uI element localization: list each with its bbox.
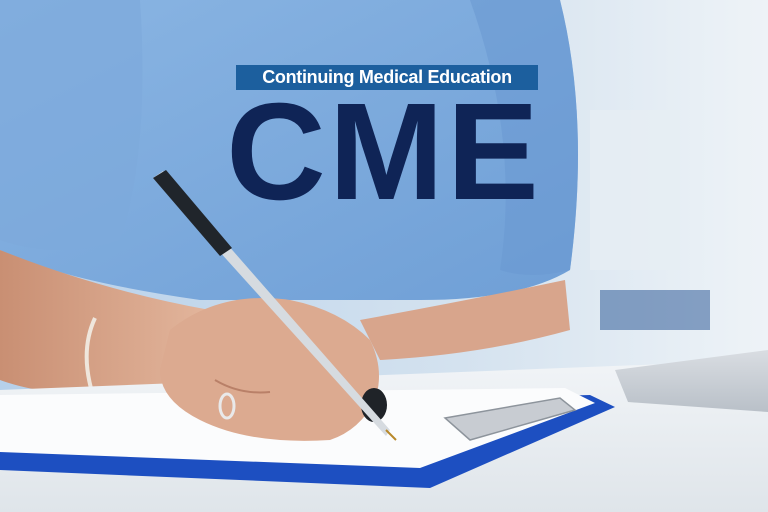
photo-scene: Continuing Medical Education CME: [0, 0, 768, 512]
cme-headline: CME: [226, 75, 542, 229]
